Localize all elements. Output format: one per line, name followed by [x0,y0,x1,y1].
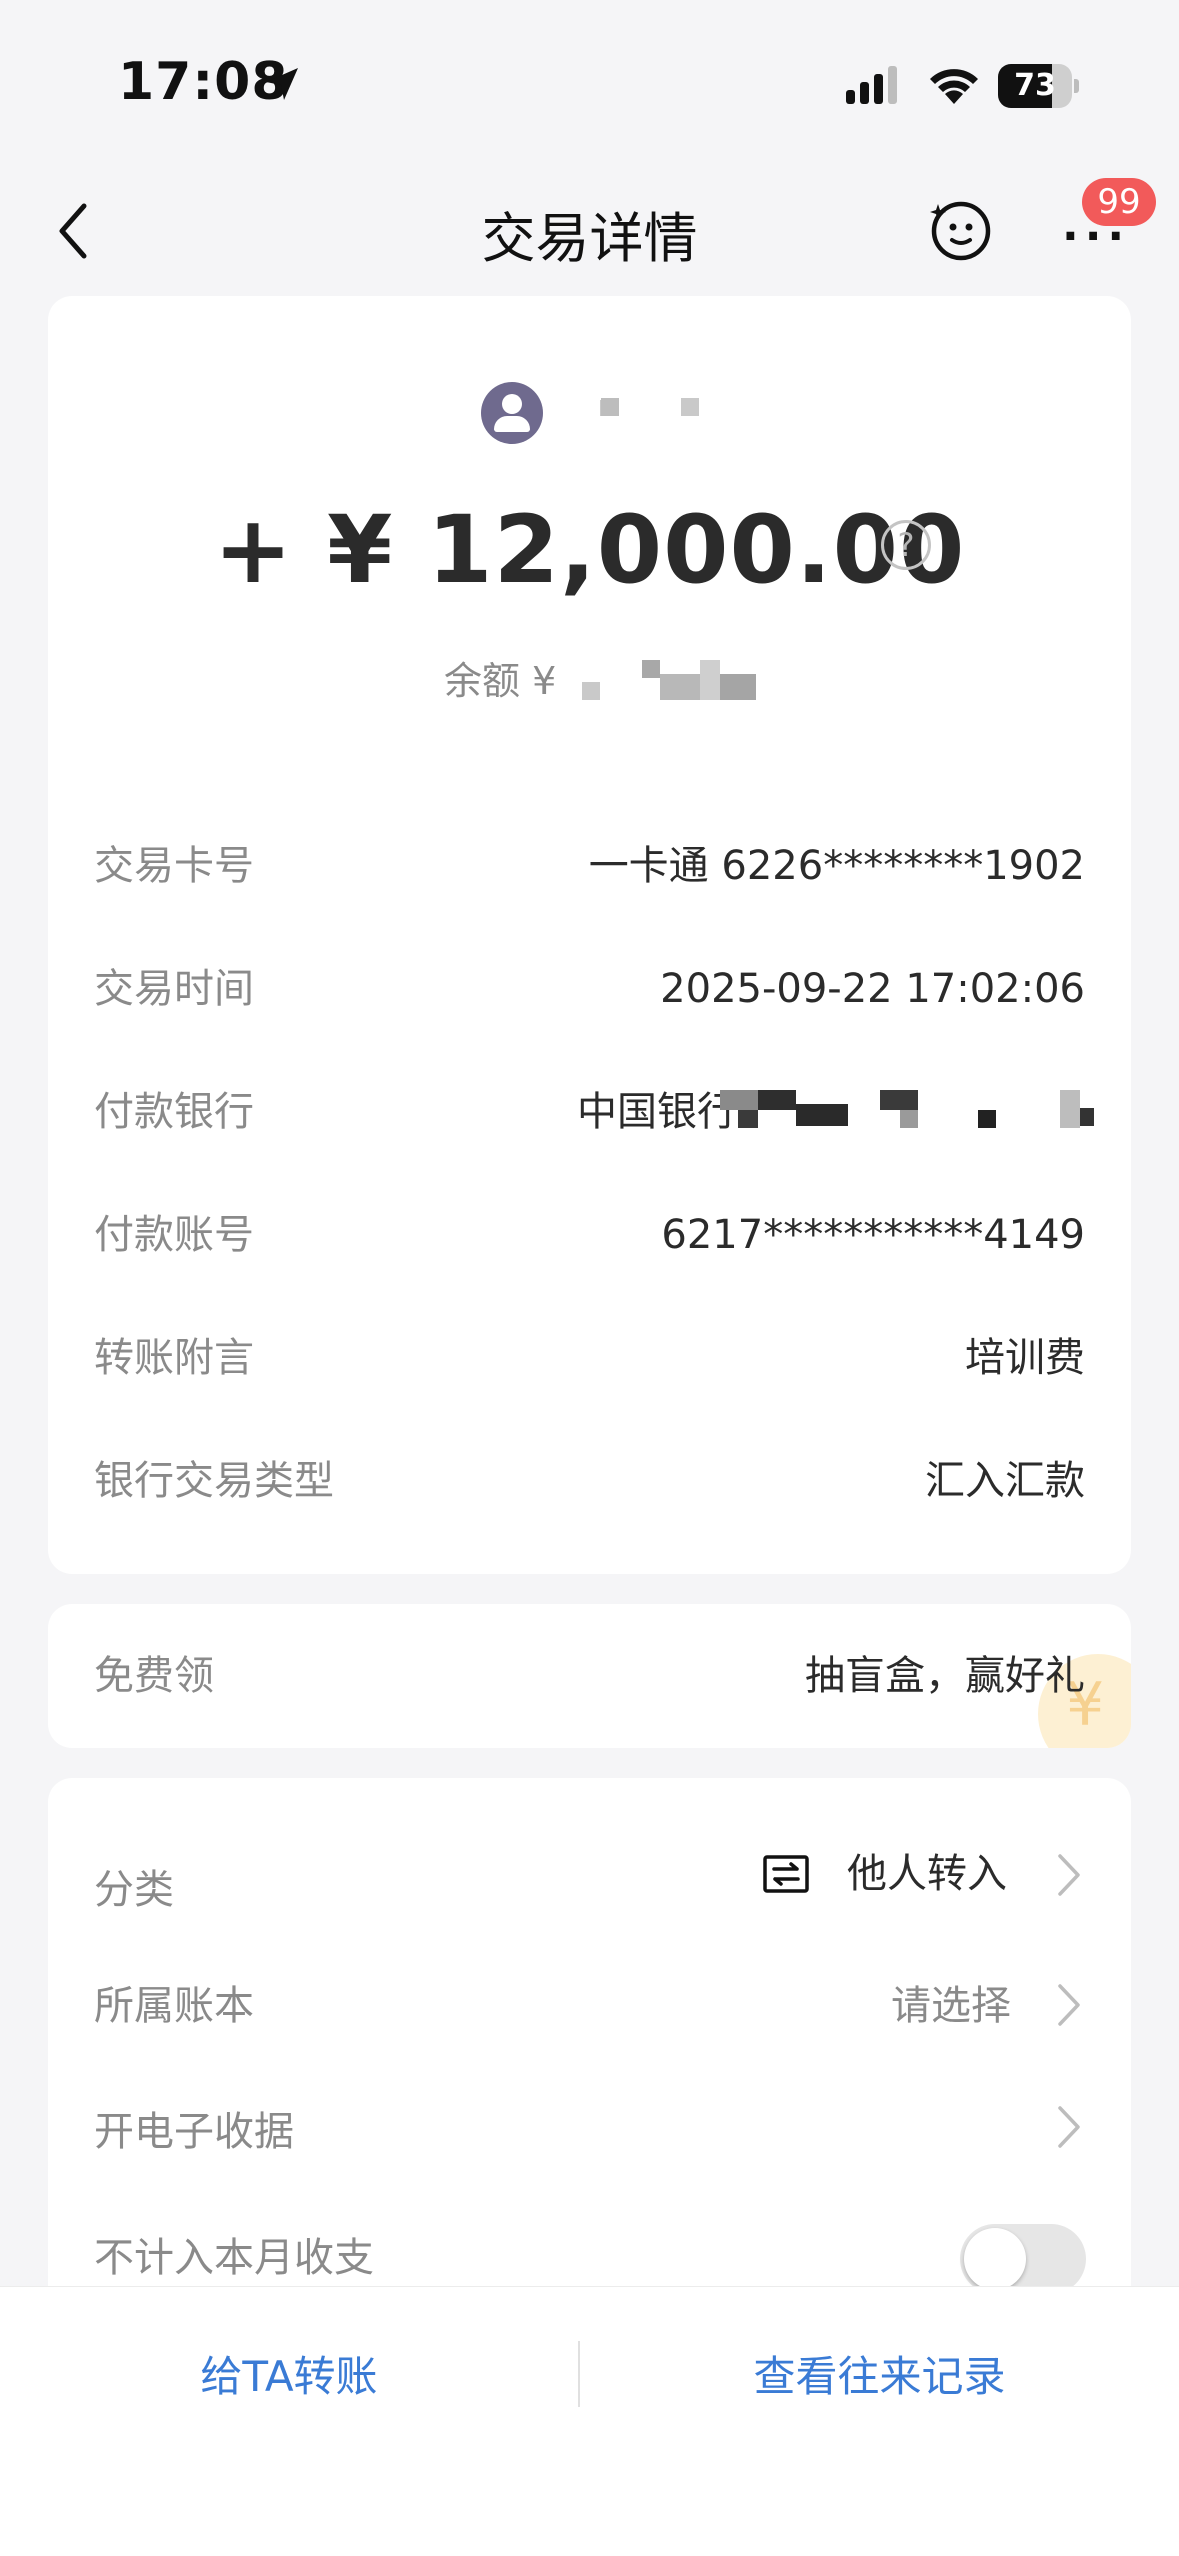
ledger-row[interactable]: 所属账本 请选择 [48,1966,1131,2046]
transfer-exchange-icon [763,1855,809,1893]
promo-text: 抽盲盒，赢好礼 [805,1653,1085,1699]
redacted-balance [700,660,720,700]
redacted-bank-branch [1060,1090,1080,1128]
redacted-bank-branch [1080,1108,1094,1126]
chevron-right-icon [1058,1984,1080,2026]
redacted-bank-branch [758,1090,796,1110]
e-receipt-label: 开电子收据 [94,2109,294,2155]
help-question-icon[interactable]: ? [881,520,931,570]
promo-label: 免费领 [94,1653,214,1699]
detail-value: 汇入汇款 [925,1458,1085,1504]
redacted-balance [660,674,700,700]
wifi-icon [930,69,978,104]
status-bar: 17:08 73 [0,0,1179,160]
category-row[interactable]: 分类 他人转入 [48,1834,1131,1914]
cellular-signal-icon [846,66,897,104]
redacted-bank-branch [880,1090,918,1110]
ledger-placeholder: 请选择 [891,1983,1011,2029]
transfer-to-them-button[interactable]: 给TA转账 [0,2347,578,2407]
redacted-bank-branch [900,1110,918,1128]
detail-label: 交易卡号 [94,843,254,889]
redacted-balance [582,682,600,700]
detail-row-payer-bank: 付款银行 中国银行 [48,1072,1131,1152]
redacted-name [601,398,619,416]
e-receipt-row[interactable]: 开电子收据 [48,2092,1131,2172]
redacted-bank-branch [796,1104,848,1126]
exclude-monthly-toggle[interactable] [960,2224,1086,2294]
chevron-right-icon [1058,2106,1080,2148]
redacted-bank-branch [978,1110,996,1128]
chevron-right-icon [1058,1854,1080,1896]
transaction-amount: + ¥ 12,000.00 [213,496,966,605]
location-arrow-icon [266,68,298,100]
more-dots-icon: ··· [1062,211,1131,262]
detail-label: 转账附言 [94,1335,254,1381]
detail-row-transaction-type: 银行交易类型 汇入汇款 [48,1441,1131,1521]
redacted-name [681,398,699,416]
detail-label: 银行交易类型 [94,1458,334,1504]
detail-row-time: 交易时间 2025-09-22 17:02:06 [48,949,1131,1029]
detail-value: 6217***********4149 [661,1212,1085,1258]
detail-value: 中国银行 [577,1089,737,1135]
ledger-label: 所属账本 [94,1983,254,2029]
detail-row-card-number: 交易卡号 一卡通 6226********1902 [48,826,1131,906]
detail-row-payer-account: 付款账号 6217***********4149 [48,1195,1131,1275]
redacted-balance [642,660,660,678]
detail-label: 付款银行 [94,1089,254,1135]
avatar-head [502,394,522,414]
redacted-bank-branch [738,1110,758,1128]
detail-label: 交易时间 [94,966,254,1012]
bottom-action-bar: 给TA转账 查看往来记录 [0,2286,1179,2556]
page-title: 交易详情 [481,207,698,270]
customer-service-icon[interactable] [926,194,996,264]
detail-label: 付款账号 [94,1212,254,1258]
battery-cap [1074,79,1079,93]
category-label: 分类 [94,1867,174,1913]
battery-body: 73 [998,64,1072,108]
promo-card[interactable]: ¥ 免费领 抽盲盒，赢好礼 [48,1604,1131,1748]
detail-row-remark: 转账附言 培训费 [48,1318,1131,1398]
battery-percent: 73 [1014,68,1056,103]
detail-value: 培训费 [965,1335,1085,1381]
detail-value: 2025-09-22 17:02:06 [660,966,1085,1012]
category-value: 他人转入 [847,1851,1007,1897]
notification-badge: 99 [1082,178,1156,226]
transaction-summary-card: + ¥ 12,000.00 ? 余额 ¥ 交易卡号 一卡通 6226******… [48,296,1131,1574]
avatar-body [494,416,530,432]
balance-label: 余额 ¥ [444,659,557,703]
redacted-bank-branch [720,1090,758,1110]
battery-indicator: 73 [998,64,1079,108]
avatar [481,382,543,444]
toggle-knob [964,2228,1026,2290]
detail-value: 一卡通 6226********1902 [588,843,1085,889]
redacted-balance [720,674,756,700]
view-history-button[interactable]: 查看往来记录 [580,2347,1179,2407]
